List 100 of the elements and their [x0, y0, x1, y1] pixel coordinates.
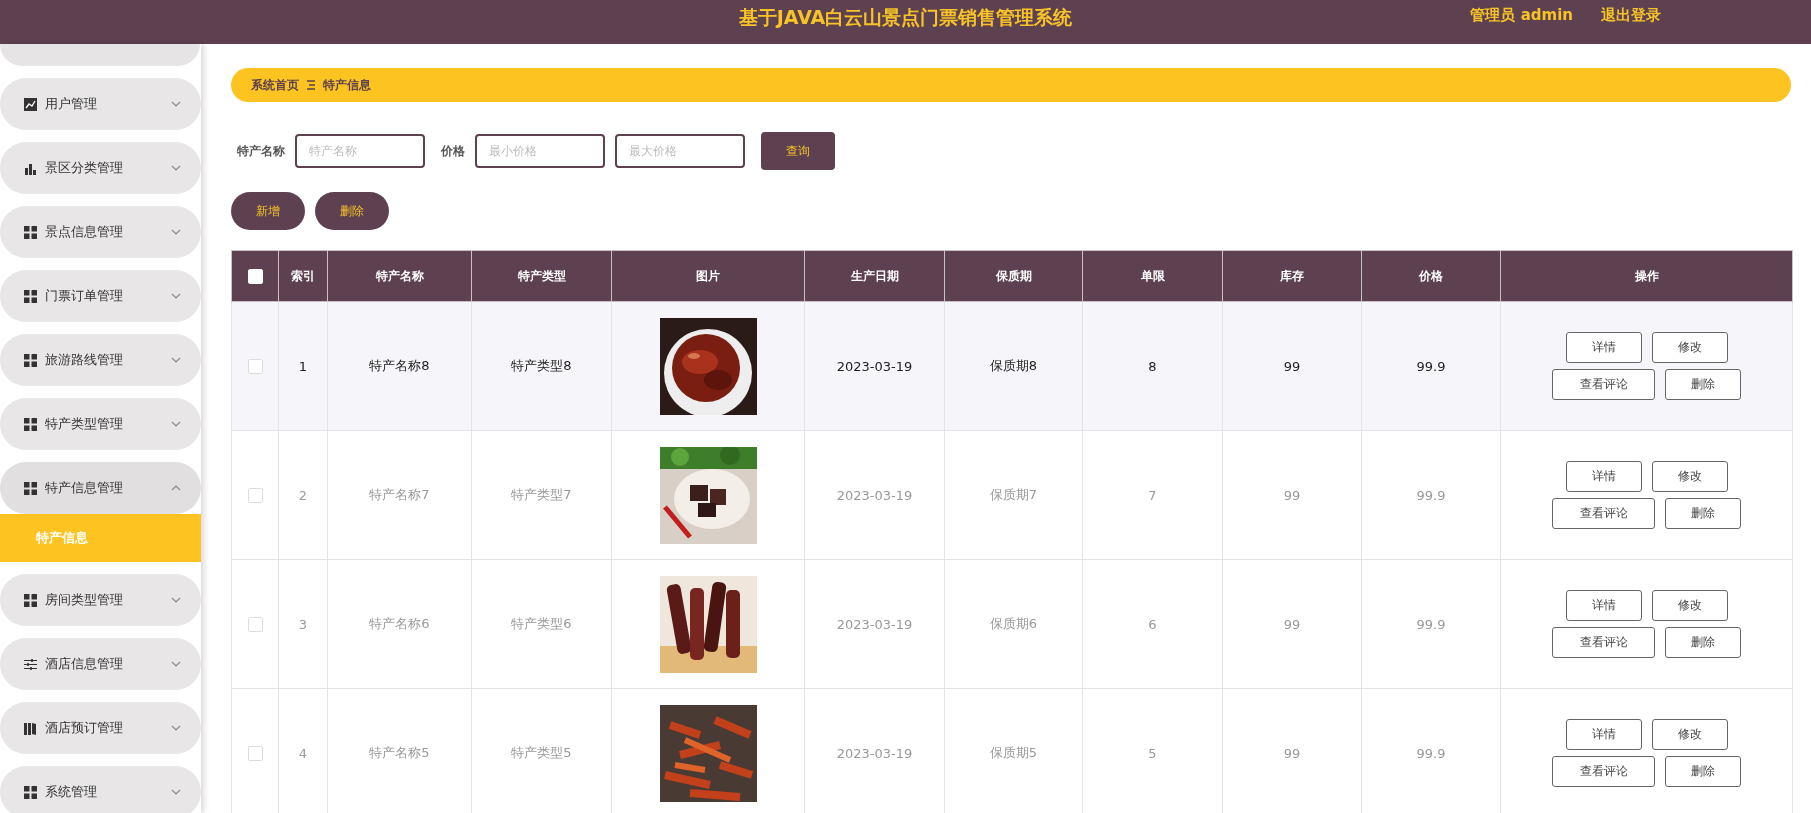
menu-item[interactable]: 房间类型管理	[0, 574, 201, 626]
app-title: 基于JAVA白云山景点门票销售管理系统	[738, 5, 1073, 30]
column-header: 图片	[611, 250, 805, 302]
column-header: 价格	[1361, 250, 1501, 302]
menu-item[interactable]: 用户管理	[0, 78, 201, 130]
view-comments-button[interactable]: 查看评论	[1552, 627, 1655, 658]
detail-button[interactable]: 详情	[1565, 719, 1642, 750]
search-field[interactable]: 特产名称	[295, 134, 425, 168]
edit-button[interactable]: 修改	[1651, 719, 1728, 750]
line-chart-icon	[24, 97, 37, 111]
column-header: 索引	[278, 250, 328, 302]
search-field[interactable]: 最小价格	[475, 134, 605, 168]
view-comments-button[interactable]: 查看评论	[1552, 498, 1655, 529]
field-label: 特产名称	[237, 142, 285, 160]
user-label: 管理员 admin	[1470, 6, 1573, 25]
menu-item[interactable]: 系统管理	[0, 766, 201, 813]
chevron-down-icon	[171, 357, 181, 363]
grid-icon	[24, 785, 37, 799]
table-cell: 保质期5	[944, 688, 1083, 813]
menu-item[interactable]: 酒店信息管理	[0, 638, 201, 690]
table-cell: 2023-03-19	[804, 688, 945, 813]
breadcrumb-item[interactable]: 系统首页	[251, 76, 299, 94]
chevron-down-icon	[171, 293, 181, 299]
table-cell: 99	[1222, 301, 1362, 431]
field-label: 价格	[441, 142, 465, 160]
delete-button[interactable]: 删除	[1665, 756, 1741, 787]
table-cell: 特产名称5	[327, 688, 472, 813]
table-cell: 7	[1082, 430, 1223, 560]
table-cell: 6	[1082, 559, 1223, 689]
sliders-icon	[24, 657, 37, 671]
view-comments-button[interactable]: 查看评论	[1552, 756, 1655, 787]
logout-link[interactable]: 退出登录	[1601, 6, 1661, 25]
table-cell: 99.9	[1361, 688, 1501, 813]
delete-button[interactable]: 删除	[1665, 369, 1741, 400]
delete-button[interactable]: 删除	[1665, 627, 1741, 658]
chevron-down-icon	[171, 101, 181, 107]
chevron-up-icon	[171, 485, 181, 491]
table-cell: 1	[278, 301, 328, 431]
table-cell: 2023-03-19	[804, 430, 945, 560]
table-cell: 特产类型7	[471, 430, 612, 560]
menu-item[interactable]: 特产信息管理	[0, 462, 201, 514]
column-header: 保质期	[944, 250, 1083, 302]
grid-icon	[24, 289, 37, 303]
table-cell: 99.9	[1361, 559, 1501, 689]
table-cell: 99	[1222, 688, 1362, 813]
menu-item[interactable]	[0, 44, 200, 66]
row-checkbox[interactable]	[247, 617, 263, 632]
menu-item[interactable]: 门票订单管理	[0, 270, 201, 322]
grid-icon	[24, 593, 37, 607]
add-button[interactable]: 新增	[231, 192, 305, 230]
chevron-down-icon	[171, 229, 181, 235]
chevron-down-icon	[171, 725, 181, 731]
table-cell: 特产类型5	[471, 688, 612, 813]
bar-chart-icon	[24, 161, 37, 175]
table-cell: 保质期7	[944, 430, 1083, 560]
menu-icon	[307, 80, 315, 90]
row-checkbox[interactable]	[247, 488, 263, 503]
detail-button[interactable]: 详情	[1565, 590, 1642, 621]
table-cell: 2	[278, 430, 328, 560]
table-cell: 3	[278, 559, 328, 689]
column-header: 特产类型	[471, 250, 612, 302]
table-cell: 保质期6	[944, 559, 1083, 689]
chevron-down-icon	[171, 421, 181, 427]
search-field[interactable]: 最大价格	[615, 134, 745, 168]
menu-item[interactable]: 景区分类管理	[0, 142, 201, 194]
chevron-down-icon	[171, 165, 181, 171]
select-all-checkbox[interactable]	[247, 268, 263, 284]
menu-item[interactable]: 酒店预订管理	[0, 702, 201, 754]
delete-button[interactable]: 删除	[315, 192, 389, 230]
table-cell: 99.9	[1361, 301, 1501, 431]
view-comments-button[interactable]: 查看评论	[1552, 369, 1655, 400]
grid-icon	[24, 353, 37, 367]
breadcrumb-item: 特产信息	[323, 76, 371, 94]
column-header: 操作	[1500, 250, 1793, 302]
table-cell: 4	[278, 688, 328, 813]
chevron-down-icon	[171, 789, 181, 795]
column-header: 库存	[1222, 250, 1362, 302]
table-cell: 2023-03-19	[804, 559, 945, 689]
table-cell: 99.9	[1361, 430, 1501, 560]
row-checkbox[interactable]	[247, 359, 263, 374]
edit-button[interactable]: 修改	[1651, 461, 1728, 492]
detail-button[interactable]: 详情	[1565, 461, 1642, 492]
chevron-down-icon	[171, 597, 181, 603]
menu-item[interactable]: 景点信息管理	[0, 206, 201, 258]
table-cell: 5	[1082, 688, 1223, 813]
menu-item[interactable]: 特产类型管理	[0, 398, 201, 450]
search-button[interactable]: 查询	[761, 132, 835, 170]
edit-button[interactable]: 修改	[1651, 590, 1728, 621]
table-cell: 特产名称7	[327, 430, 472, 560]
table-cell: 特产名称6	[327, 559, 472, 689]
table-cell: 特产类型8	[471, 301, 612, 431]
table-cell: 特产名称8	[327, 301, 472, 431]
delete-button[interactable]: 删除	[1665, 498, 1741, 529]
row-checkbox[interactable]	[247, 746, 263, 761]
table-cell: 99	[1222, 559, 1362, 689]
detail-button[interactable]: 详情	[1565, 332, 1642, 363]
table-cell: 99	[1222, 430, 1362, 560]
table-cell: 2023-03-19	[804, 301, 945, 431]
menu-item[interactable]: 旅游路线管理	[0, 334, 201, 386]
edit-button[interactable]: 修改	[1651, 332, 1728, 363]
